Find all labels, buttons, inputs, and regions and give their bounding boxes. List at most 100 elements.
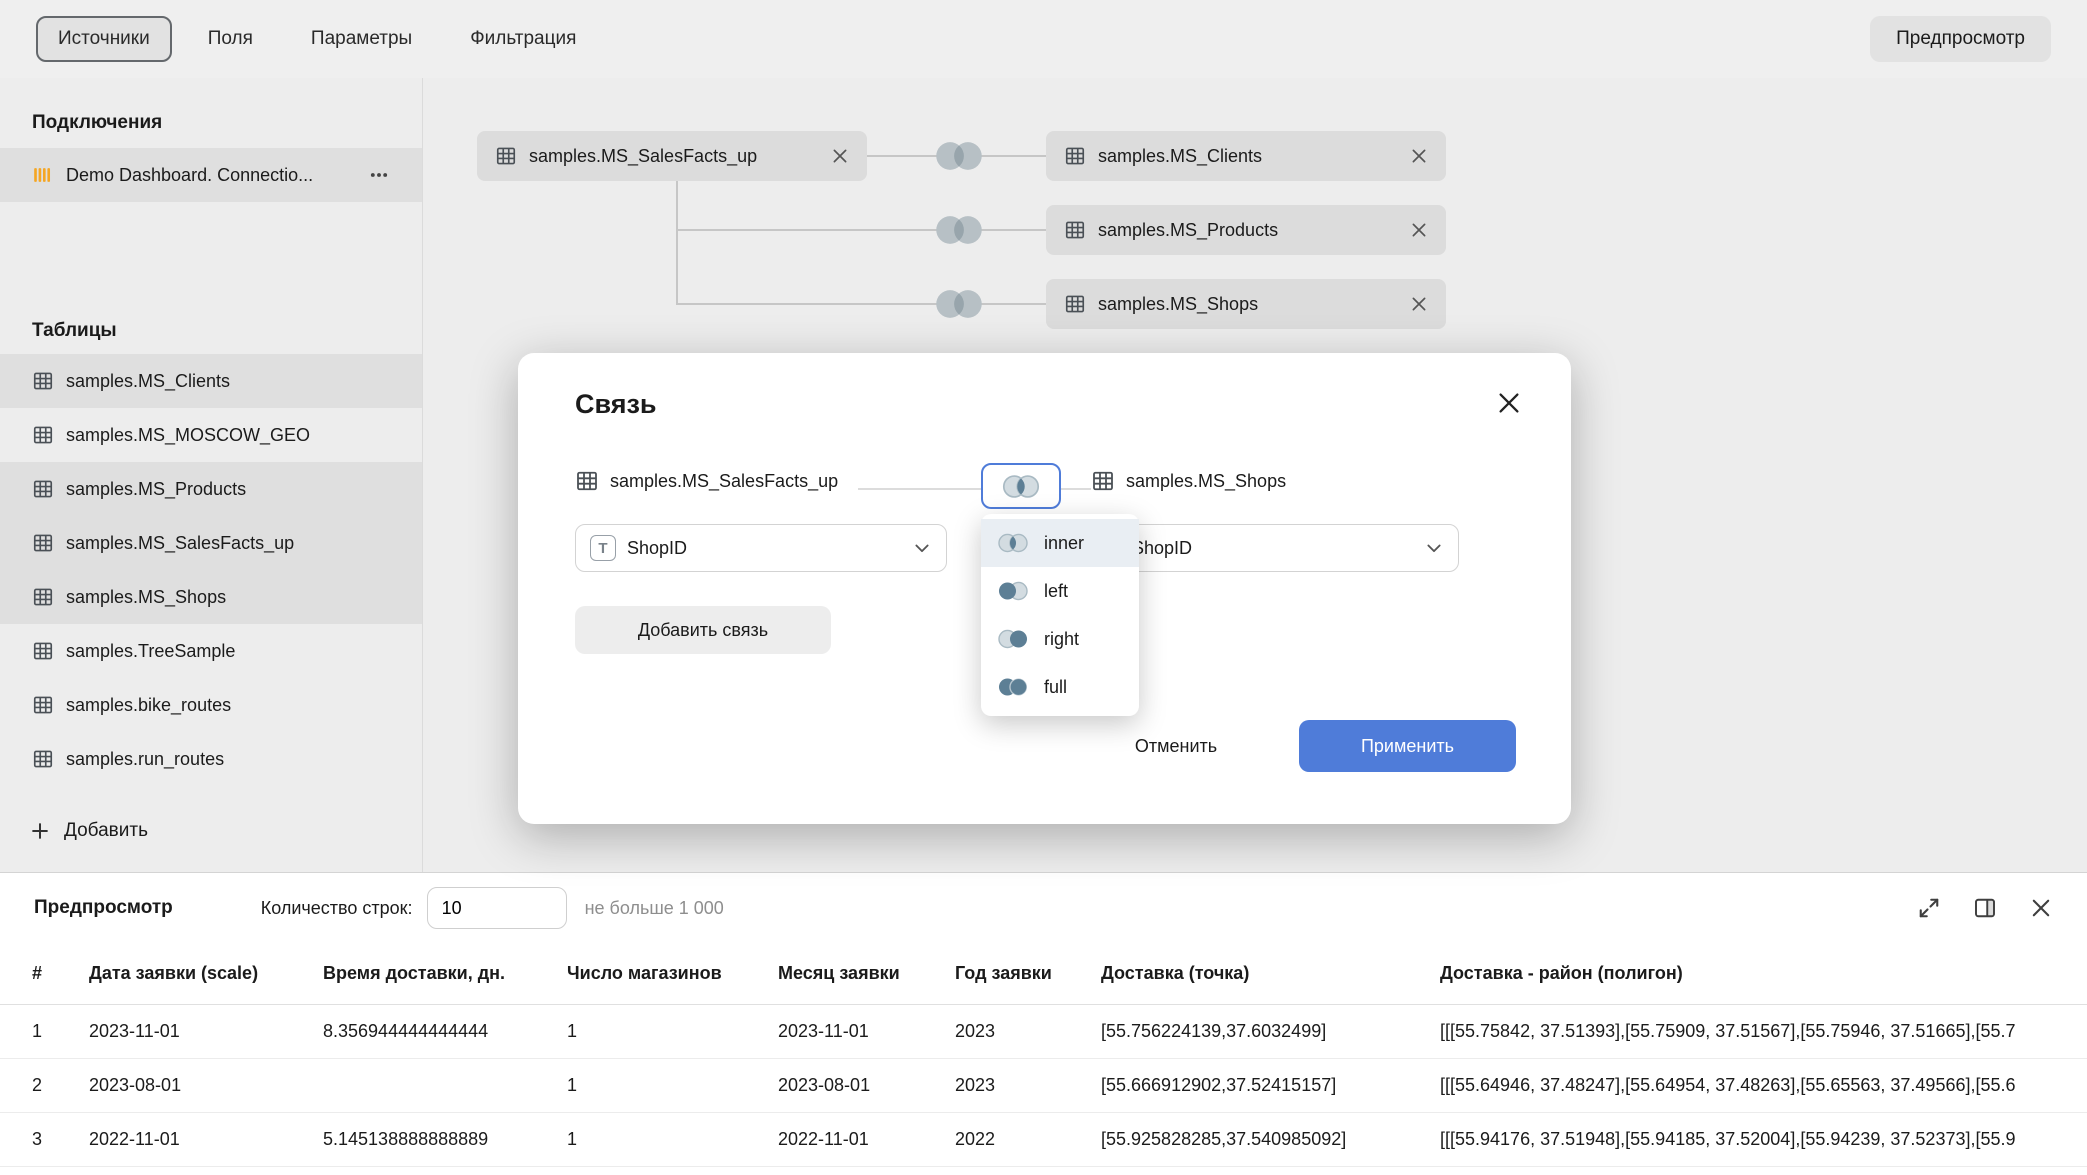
preview-header: Предпросмотр Количество строк: не больше… xyxy=(0,873,2087,943)
table-grid-icon xyxy=(32,640,54,662)
chevron-down-icon xyxy=(912,538,932,558)
canvas-joined-table-chip[interactable]: samples.MS_Clients xyxy=(1046,131,1446,181)
table-list-item[interactable]: samples.TreeSample xyxy=(0,624,422,678)
expand-icon[interactable] xyxy=(1917,896,1941,920)
cancel-button[interactable]: Отменить xyxy=(1110,720,1242,772)
connection-item[interactable]: Demo Dashboard. Connectio... xyxy=(0,148,422,202)
preview-cell: 2022-11-01 xyxy=(89,1129,323,1150)
dialog-right-table-name: samples.MS_Shops xyxy=(1126,471,1286,492)
join-option-label: inner xyxy=(1044,533,1084,554)
join-right-icon xyxy=(995,628,1031,650)
add-link-button[interactable]: Добавить связь xyxy=(575,606,831,654)
row-count-input[interactable] xyxy=(427,887,567,929)
table-grid-icon xyxy=(32,748,54,770)
right-field-value: ShopID xyxy=(1132,538,1192,559)
preview-toggle-button[interactable]: Предпросмотр xyxy=(1870,16,2051,62)
join-type-popup: inner left right full xyxy=(981,514,1139,716)
join-icon[interactable] xyxy=(930,138,988,174)
table-list-item[interactable]: samples.MS_MOSCOW_GEO xyxy=(0,408,422,462)
join-option-left[interactable]: left xyxy=(981,567,1139,615)
table-list-item[interactable]: samples.MS_Shops xyxy=(0,570,422,624)
join-type-selector[interactable] xyxy=(981,463,1061,509)
dialog-left-table-name: samples.MS_SalesFacts_up xyxy=(610,471,838,492)
preview-cell: [55.925828285,37.540985092] xyxy=(1101,1129,1440,1150)
preview-cell: 2022 xyxy=(955,1129,1101,1150)
dialog-right-table: samples.MS_Shops xyxy=(1091,469,1286,493)
chip-table-name: samples.MS_SalesFacts_up xyxy=(529,146,757,167)
row-count-label: Количество строк: xyxy=(261,898,413,919)
join-option-label: full xyxy=(1044,677,1067,698)
split-view-icon[interactable] xyxy=(1973,896,1997,920)
add-table-label: Добавить xyxy=(64,820,148,842)
table-name: samples.MS_Products xyxy=(66,479,246,500)
join-inner-icon xyxy=(999,473,1043,500)
canvas-source-table-chip[interactable]: samples.MS_SalesFacts_up xyxy=(477,131,867,181)
tab-filtering[interactable]: Фильтрация xyxy=(448,16,598,62)
preview-cell: 1 xyxy=(567,1129,778,1150)
preview-column-header: Год заявки xyxy=(955,963,1101,984)
preview-table-row: 1 2023-11-01 8.356944444444444 1 2023-11… xyxy=(0,1005,2087,1059)
canvas-joined-table-chip[interactable]: samples.MS_Shops xyxy=(1046,279,1446,329)
table-list-item[interactable]: samples.run_routes xyxy=(0,732,422,786)
table-list-item[interactable]: samples.MS_Clients xyxy=(0,354,422,408)
close-dialog-icon[interactable] xyxy=(1495,389,1523,417)
table-grid-icon xyxy=(1091,469,1115,493)
tab-sources[interactable]: Источники xyxy=(36,16,172,62)
tables-list: samples.MS_Clients samples.MS_MOSCOW_GEO… xyxy=(0,354,422,786)
join-left-icon xyxy=(995,580,1031,602)
preview-column-header: Дата заявки (scale) xyxy=(89,963,323,984)
left-field-select[interactable]: T ShopID xyxy=(575,524,947,572)
tables-section-title: Таблицы xyxy=(0,320,422,342)
dialog-title: Связь xyxy=(575,389,657,420)
string-type-icon: T xyxy=(590,535,616,561)
table-grid-icon xyxy=(32,532,54,554)
sidebar: Подключения Demo Dashboard. Connectio...… xyxy=(0,78,423,872)
preview-title: Предпросмотр xyxy=(34,897,173,919)
connection-menu-icon[interactable] xyxy=(368,164,390,186)
preview-panel: Предпросмотр Количество строк: не больше… xyxy=(0,872,2087,1175)
join-option-full[interactable]: full xyxy=(981,663,1139,711)
connector-line xyxy=(1061,488,1091,490)
plus-icon xyxy=(30,821,50,841)
table-list-item[interactable]: samples.bike_routes xyxy=(0,678,422,732)
table-grid-icon xyxy=(32,424,54,446)
left-field-value: ShopID xyxy=(627,538,687,559)
join-icon[interactable] xyxy=(930,212,988,248)
table-list-item[interactable]: samples.MS_Products xyxy=(0,462,422,516)
preview-cell: 1 xyxy=(567,1021,778,1042)
preview-cell: 2023-11-01 xyxy=(89,1021,323,1042)
chip-table-name: samples.MS_Shops xyxy=(1098,294,1258,315)
tab-parameters[interactable]: Параметры xyxy=(289,16,434,62)
canvas-joined-table-chip[interactable]: samples.MS_Products xyxy=(1046,205,1446,255)
table-grid-icon xyxy=(32,586,54,608)
table-list-item[interactable]: samples.MS_SalesFacts_up xyxy=(0,516,422,570)
apply-button[interactable]: Применить xyxy=(1299,720,1516,772)
table-name: samples.MS_Shops xyxy=(66,587,226,608)
table-name: samples.run_routes xyxy=(66,749,224,770)
remove-table-icon[interactable] xyxy=(1410,221,1428,239)
add-table-button[interactable]: Добавить xyxy=(0,804,422,858)
tab-fields[interactable]: Поля xyxy=(186,16,275,62)
preview-column-header: Число магазинов xyxy=(567,963,778,984)
join-option-label: left xyxy=(1044,581,1068,602)
preview-cell: [[[55.64946, 37.48247],[55.64954, 37.482… xyxy=(1440,1075,2087,1096)
join-icon[interactable] xyxy=(930,286,988,322)
remove-table-icon[interactable] xyxy=(1410,147,1428,165)
join-full-icon xyxy=(995,676,1031,698)
connection-icon xyxy=(32,164,54,186)
preview-actions xyxy=(1917,896,2053,920)
close-preview-icon[interactable] xyxy=(2029,896,2053,920)
table-grid-icon xyxy=(1064,293,1086,315)
preview-cell: [55.756224139,37.6032499] xyxy=(1101,1021,1440,1042)
preview-cell: 2 xyxy=(32,1075,89,1096)
dialog-left-table: samples.MS_SalesFacts_up xyxy=(575,469,838,493)
table-grid-icon xyxy=(1064,145,1086,167)
remove-table-icon[interactable] xyxy=(1410,295,1428,313)
join-option-inner[interactable]: inner xyxy=(981,519,1139,567)
preview-column-header: Время доставки, дн. xyxy=(323,963,567,984)
preview-cell: [55.666912902,37.52415157] xyxy=(1101,1075,1440,1096)
join-option-right[interactable]: right xyxy=(981,615,1139,663)
connector-line xyxy=(676,229,1046,231)
preview-column-header: Доставка - район (полигон) xyxy=(1440,963,2087,984)
remove-table-icon[interactable] xyxy=(831,147,849,165)
